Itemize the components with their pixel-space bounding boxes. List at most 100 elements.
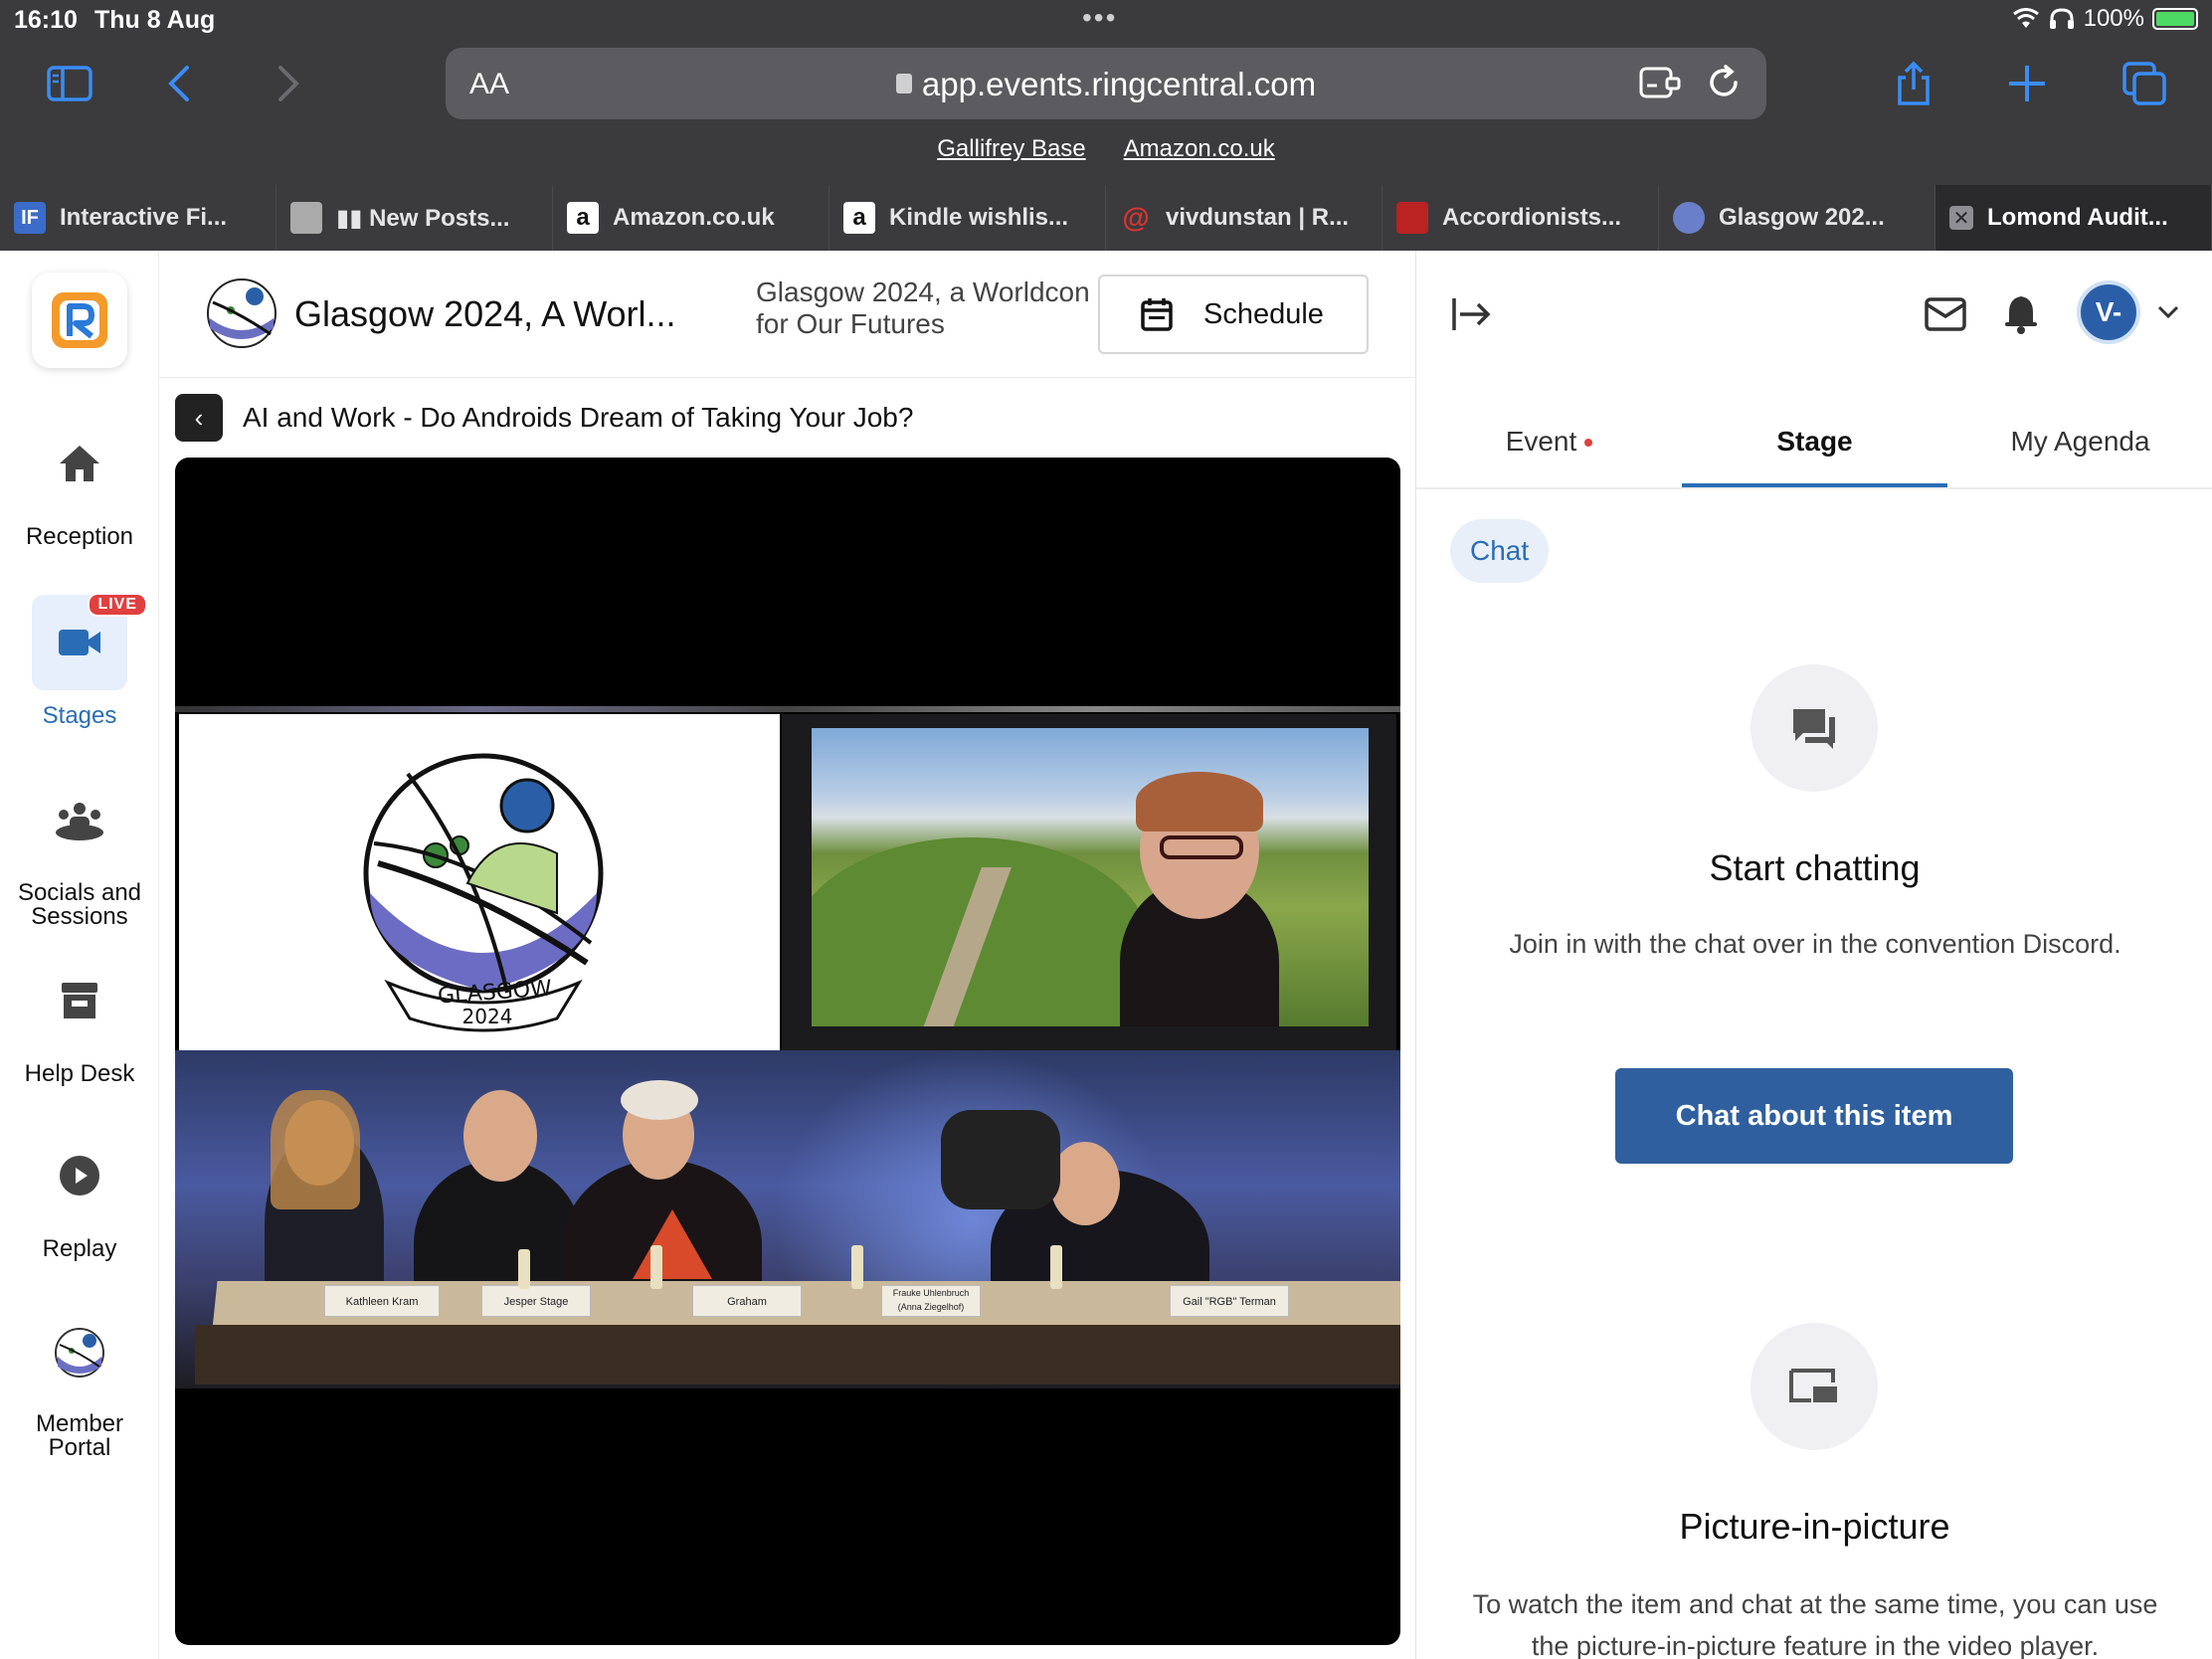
amazon-icon: a [843,202,875,234]
browser-tab[interactable]: ▮▮ New Posts... [276,185,553,251]
chevron-down-icon[interactable] [2156,302,2180,322]
schedule-button[interactable]: Schedule [1098,275,1369,354]
bookmark-amazon[interactable]: Amazon.co.uk [1124,135,1275,175]
url-text: app.events.ringcentral.com [921,66,1317,102]
url-display[interactable]: app.events.ringcentral.com [446,66,1766,103]
event-title: Glasgow 2024, A Worl... [294,293,676,334]
nav-label: Stages [42,702,117,729]
browser-tab-active[interactable]: ✕ Lomond Audit... [1936,185,2212,251]
schedule-label: Schedule [1203,297,1324,330]
tab-event[interactable]: Event [1416,404,1682,487]
bookmark-gallifrey[interactable]: Gallifrey Base [937,135,1085,175]
play-icon [32,1128,127,1223]
nameplate: Gail "RGB" Terman [1170,1285,1289,1317]
chevron-left-icon: ‹ [194,402,204,433]
people-icon [32,774,127,869]
picture-in-picture-icon [1751,1323,1878,1450]
share-icon[interactable] [1888,58,1939,109]
amazon-icon: a [567,202,599,234]
glasgow-2024-logo-icon[interactable] [205,276,278,350]
video-strip [175,706,1400,712]
nav-reception[interactable]: Reception [0,416,159,551]
start-chatting-heading: Start chatting [1709,847,1921,888]
video-panel-stage: Kathleen Kram Jesper Stage Graham Frauke… [175,1050,1400,1388]
tab-overview-icon[interactable] [2119,58,2170,109]
tab-label: Accordionists... [1442,204,1622,231]
tab-label: Interactive Fi... [60,204,228,231]
tab-label: My Agenda [2010,426,2150,457]
landscape-background [812,728,1369,1026]
session-header: ‹ AI and Work - Do Androids Dream of Tak… [175,394,913,442]
zoom-toolbar [782,1028,1396,1050]
pip-heading: Picture-in-picture [1679,1506,1950,1547]
browser-tab[interactable]: @ vivdunstan | R... [1106,185,1382,251]
close-icon[interactable]: ✕ [1949,206,1973,230]
battery-icon [2152,8,2198,30]
swirl-icon: @ [1122,202,1150,233]
nav-member-portal[interactable]: Member Portal [0,1305,159,1460]
browser-tab[interactable]: a Kindle wishlis... [830,185,1106,251]
tab-my-agenda[interactable]: My Agenda [1947,404,2212,487]
nav-replay[interactable]: Replay [0,1128,159,1263]
address-bar[interactable]: AA app.events.ringcentral.com [446,48,1766,119]
accordion-icon [1396,202,1428,234]
sidebar-toggle-icon[interactable] [44,58,95,109]
tab-label: Amazon.co.uk [613,204,775,231]
nameplate: Kathleen Kram [324,1285,440,1317]
new-tab-icon[interactable] [2001,58,2053,109]
tab-stage[interactable]: Stage [1682,404,1947,487]
nav-label: Socials and Sessions [17,879,142,930]
nav-help-desk[interactable]: Help Desk [0,953,159,1088]
browser-tabs: IF Interactive Fi... ▮▮ New Posts... a Ama… [0,185,2212,251]
browser-toolbar: AA app.events.ringcentral.com [0,40,2212,129]
multitasking-dots-icon[interactable]: ••• [1082,2,1117,34]
nav-stages[interactable]: LIVE Stages [0,593,159,730]
headphones-icon [2049,8,2074,29]
nav-label: Member Portal [35,1410,124,1461]
video-logo-pane: GLASGOW 2024 [179,714,780,1050]
chat-chip[interactable]: Chat [1450,519,1550,583]
status-time: 16:10 [14,6,78,34]
panel-table-front [195,1325,1400,1384]
start-chatting-text: Join in with the chat over in the conven… [1509,929,2121,959]
chat-about-item-button[interactable]: Chat about this item [1615,1068,2013,1164]
browser-tab[interactable]: Accordionists... [1382,185,1659,251]
calendar-icon [1141,298,1173,331]
status-date: Thu 8 Aug [94,6,216,34]
nav-socials[interactable]: Socials and Sessions [0,774,159,929]
tab-label: Lomond Audit... [1987,204,2168,231]
browser-tab[interactable]: Glasgow 202... [1659,185,1936,251]
live-badge: LIVE [88,593,147,617]
browser-tab[interactable]: a Amazon.co.uk [553,185,830,251]
back-button[interactable]: ‹ [175,394,223,442]
unread-dot [1584,439,1593,447]
tab-label: vivdunstan | R... [1166,204,1350,231]
right-panel-tabs: Event Stage My Agenda [1416,404,2212,489]
session-title: AI and Work - Do Androids Dream of Takin… [243,402,914,433]
forward-icon[interactable] [261,58,312,109]
bookmarks-bar: Gallifrey Base Amazon.co.uk [0,135,2212,175]
mail-icon[interactable] [1924,294,1967,334]
bell-icon[interactable] [2003,292,2039,334]
nameplate: Graham [692,1285,802,1317]
collapse-panel-icon[interactable] [1450,294,1494,334]
pip-text: To watch the item and chat at the same t… [1472,1589,2158,1659]
browser-tab[interactable]: IF Interactive Fi... [0,185,276,251]
reload-icon[interactable] [1705,64,1743,101]
lock-icon [895,74,912,93]
tab-label: Event [1505,426,1577,457]
nameplate: Jesper Stage [481,1285,591,1317]
event-subtitle: Glasgow 2024, a Worldcon for Our Futures [756,276,1090,339]
nav-label: Help Desk [24,1060,135,1087]
back-icon[interactable] [155,58,207,109]
nav-label: Replay [42,1235,117,1262]
chat-bubbles-icon [1751,664,1878,792]
video-remote-speaker-pane [782,714,1396,1050]
ringcentral-logo-icon[interactable] [32,273,127,368]
video-player[interactable]: GLASGOW 2024 Kathleen Kram Jesper Stage … [175,458,1400,1645]
event-app: Reception LIVE Stages Socials and Sessio… [0,251,2212,1659]
reader-view-icon[interactable] [1639,66,1681,99]
status-right: 100% [2012,5,2198,33]
avatar[interactable]: V- [2077,280,2140,344]
booth-icon [32,953,127,1048]
